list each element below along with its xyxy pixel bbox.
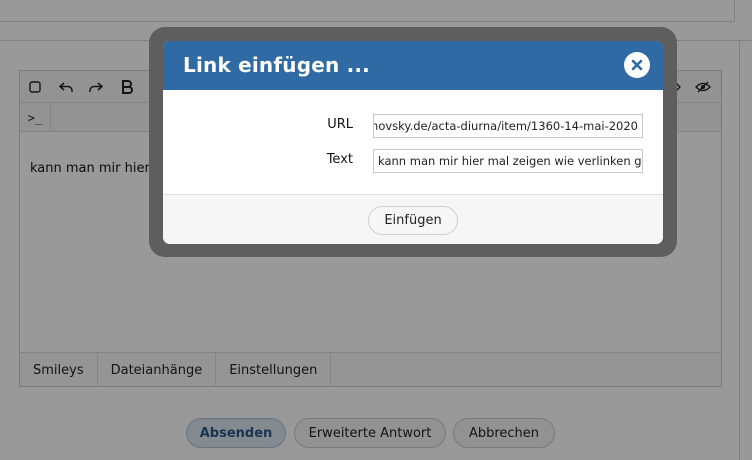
text-label: Text [326, 152, 353, 167]
url-input[interactable]: uel-klonovsky.de/acta-diurna/item/1360-1… [373, 114, 643, 138]
insert-button[interactable]: Einfügen [368, 206, 458, 235]
close-icon [631, 59, 643, 71]
dialog-footer: Einfügen [163, 194, 663, 244]
url-label: URL [327, 117, 353, 132]
dialog-title: Link einfügen ... [183, 53, 370, 77]
dialog-header: Link einfügen ... [163, 41, 663, 90]
insert-link-dialog: Link einfügen ... URL uel-klonovsky.de/a… [163, 41, 663, 244]
text-input[interactable]: kann man mir hier mal zeigen wie verlink… [373, 149, 643, 173]
close-button[interactable] [624, 52, 650, 78]
